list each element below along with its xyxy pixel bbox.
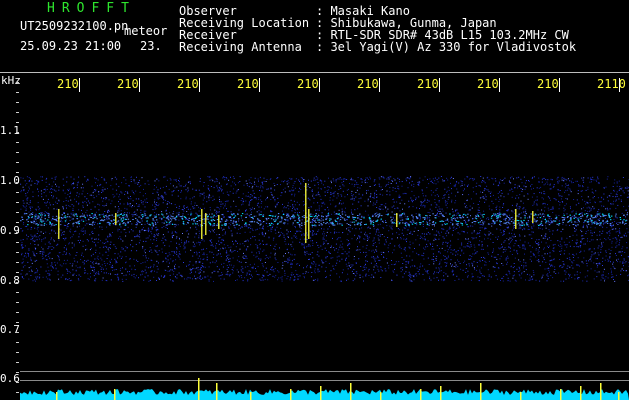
- antenna-value: : 3el Yagi(V) Az 330 for Vladivostok: [316, 40, 577, 54]
- y-tick-mark: [16, 312, 19, 313]
- meteor-echo: [115, 213, 117, 225]
- y-tick-mark: [16, 262, 19, 263]
- x-tick-label: 210: [417, 77, 439, 91]
- meteor-echo: [205, 213, 207, 235]
- x-tick-label: 210: [237, 77, 259, 91]
- filename-label: UT2509232100.pn: [20, 19, 129, 33]
- spectrum-peak: [216, 383, 218, 400]
- x-tick-label: 210: [117, 77, 139, 91]
- y-tick-mark: [16, 232, 19, 233]
- spectrum-peak: [350, 383, 352, 400]
- y-tick-mark: [16, 222, 19, 223]
- y-tick-mark: [16, 162, 19, 163]
- x-tick-label: 2110: [597, 77, 626, 91]
- y-tick-mark: [16, 172, 19, 173]
- x-tick-label: 210: [297, 77, 319, 91]
- y-tick-mark: [16, 152, 19, 153]
- spectrum-peak: [440, 386, 442, 400]
- y-tick-mark: [16, 192, 19, 193]
- time-axis: 1.1 1.0 0.9 0.8 0.7 0.6: [0, 72, 20, 400]
- meteor-echo: [515, 209, 517, 229]
- meteor-echo: [201, 209, 203, 239]
- x-tick-mark: [559, 78, 560, 92]
- spectrum-peak: [198, 378, 200, 400]
- y-tick-mark: [16, 322, 19, 323]
- hour-label: 23.: [140, 39, 162, 53]
- x-tick-label: 210: [477, 77, 499, 91]
- y-tick-mark: [16, 362, 19, 363]
- y-tick-mark: [16, 182, 19, 183]
- meteor-echo: [58, 209, 60, 239]
- spectrum-peak: [114, 389, 116, 400]
- spectrum-peak: [320, 386, 322, 400]
- meteor-echo: [396, 213, 398, 227]
- x-tick-label: 210: [57, 77, 79, 91]
- x-tick-mark: [199, 78, 200, 92]
- y-tick-mark: [16, 282, 19, 283]
- y-tick-mark: [16, 122, 19, 123]
- spectrum-peak: [480, 383, 482, 400]
- spectrogram-waterfall: [20, 176, 629, 400]
- y-tick-mark: [16, 342, 19, 343]
- y-tick-mark: [16, 292, 19, 293]
- y-tick-mark: [16, 242, 19, 243]
- spectrum-peak: [580, 386, 582, 400]
- y-tick-label: 0.8: [0, 274, 20, 287]
- meteor-echo: [532, 211, 534, 223]
- guide-line: [20, 380, 629, 381]
- antenna-label: Receiving Antenna: [179, 40, 302, 54]
- spectrum-peak: [420, 389, 422, 400]
- y-tick-mark: [16, 202, 19, 203]
- app-title: HROFFT: [47, 1, 136, 16]
- y-tick-mark: [16, 352, 19, 353]
- y-tick-mark: [16, 372, 19, 373]
- y-tick-mark: [16, 212, 19, 213]
- y-tick-mark: [16, 272, 19, 273]
- spectrum-peak: [600, 383, 602, 400]
- y-tick-label: 1.1: [0, 124, 20, 137]
- mode-label: meteor: [124, 24, 168, 38]
- spectrum-peak: [290, 389, 292, 400]
- x-tick-mark: [259, 78, 260, 92]
- noise-band: [20, 176, 629, 282]
- y-tick-label: 0.7: [0, 323, 20, 336]
- y-tick-mark: [16, 332, 19, 333]
- y-tick-mark: [16, 102, 19, 103]
- y-tick-mark: [16, 142, 19, 143]
- x-tick-mark: [319, 78, 320, 92]
- x-tick-mark: [439, 78, 440, 92]
- y-tick-mark: [16, 82, 19, 83]
- y-tick-mark: [16, 302, 19, 303]
- x-tick-mark: [619, 78, 620, 92]
- x-tick-label: 210: [177, 77, 199, 91]
- guide-line: [20, 371, 629, 372]
- spectrum-peak: [380, 392, 382, 400]
- y-tick-mark: [16, 132, 19, 133]
- spectrum-peak: [250, 392, 252, 400]
- spectrum-peak: [618, 392, 620, 400]
- x-tick-mark: [139, 78, 140, 92]
- y-tick-label: 1.0: [0, 174, 20, 187]
- spectrum-peak: [56, 392, 58, 400]
- spectrum-trace: [20, 389, 629, 400]
- x-tick-mark: [79, 78, 80, 92]
- y-tick-mark: [16, 382, 19, 383]
- y-tick-label: 0.9: [0, 224, 20, 237]
- meteor-echo: [218, 215, 220, 229]
- x-tick-mark: [379, 78, 380, 92]
- spectrum-peak: [520, 392, 522, 400]
- datetime-label: 25.09.23 21:00: [20, 39, 122, 53]
- y-tick-mark: [16, 112, 19, 113]
- y-tick-label: 0.6: [0, 372, 20, 385]
- x-tick-label: 210: [537, 77, 559, 91]
- x-tick-label: 210: [357, 77, 379, 91]
- y-tick-mark: [16, 392, 19, 393]
- y-tick-mark: [16, 252, 19, 253]
- y-tick-mark: [16, 92, 19, 93]
- x-tick-mark: [499, 78, 500, 92]
- frequency-axis: 210 210 210 210 210 210 210 210 210 2110: [0, 73, 629, 103]
- meteor-echo: [305, 183, 307, 243]
- spectrum-peak: [560, 389, 562, 400]
- meteor-echo: [308, 209, 310, 239]
